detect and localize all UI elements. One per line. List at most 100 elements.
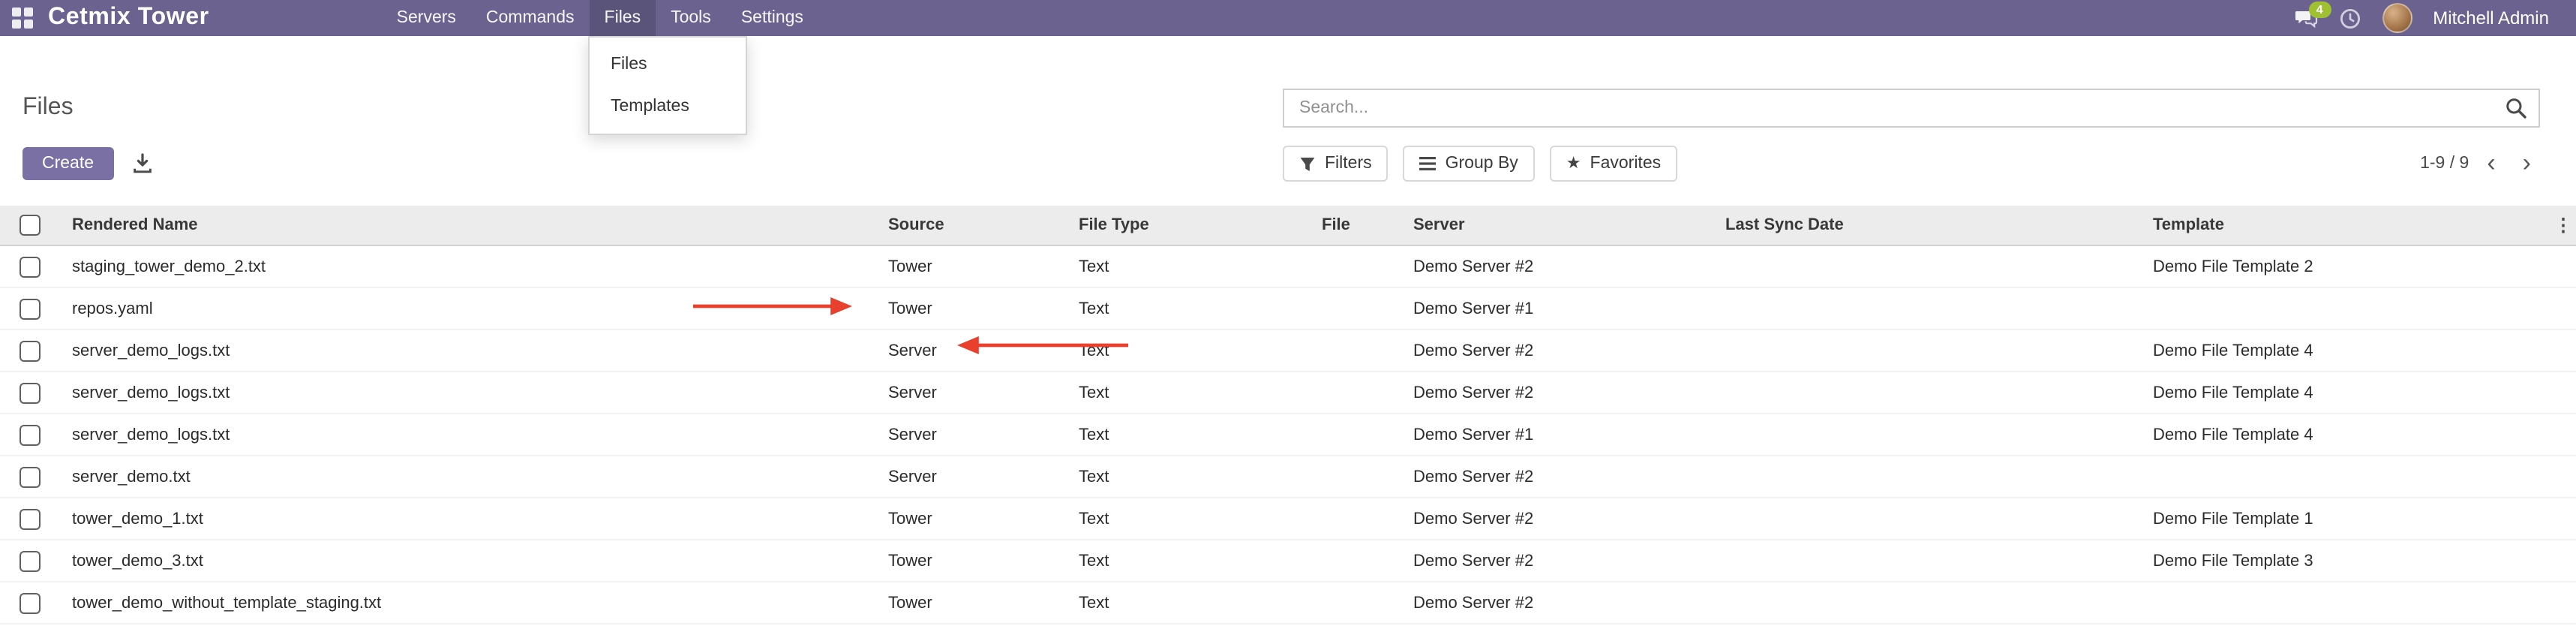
- dropdown-item-files[interactable]: Files: [590, 44, 746, 86]
- cell-rendered-name[interactable]: repos.yaml: [60, 287, 876, 330]
- cell-last-sync-date[interactable]: [1713, 582, 2141, 624]
- cell-template[interactable]: Demo File Template 3: [2141, 540, 2550, 582]
- cell-server[interactable]: Demo Server #2: [1401, 245, 1713, 287]
- cell-source[interactable]: Tower: [876, 582, 1067, 624]
- cell-server[interactable]: Demo Server #2: [1401, 498, 1713, 540]
- cell-template[interactable]: Demo File Template 4: [2141, 372, 2550, 414]
- cell-last-sync-date[interactable]: [1713, 245, 2141, 287]
- table-row[interactable]: server_demo_logs.txtServerText Demo Serve…: [0, 330, 2576, 372]
- cell-last-sync-date[interactable]: [1713, 456, 2141, 498]
- cell-rendered-name[interactable]: tower_demo_3.txt: [60, 540, 876, 582]
- row-checkbox[interactable]: [20, 550, 41, 571]
- cell-template[interactable]: [2141, 287, 2550, 330]
- search-input[interactable]: [1283, 89, 2540, 128]
- row-checkbox[interactable]: [20, 256, 41, 277]
- row-checkbox[interactable]: [20, 298, 41, 319]
- cell-server[interactable]: Demo Server #2: [1401, 540, 1713, 582]
- cell-file-type[interactable]: Text: [1067, 582, 1310, 624]
- col-file[interactable]: File: [1310, 206, 1401, 245]
- cell-file-type[interactable]: Text: [1067, 287, 1310, 330]
- cell-last-sync-date[interactable]: [1713, 330, 2141, 372]
- cell-last-sync-date[interactable]: [1713, 540, 2141, 582]
- pager-previous-button[interactable]: ‹: [2478, 150, 2504, 177]
- row-checkbox[interactable]: [20, 382, 41, 403]
- apps-menu-icon[interactable]: [12, 8, 33, 29]
- search-icon[interactable]: [2505, 98, 2526, 119]
- col-template[interactable]: Template: [2141, 206, 2550, 245]
- cell-file[interactable]: [1310, 414, 1401, 456]
- cell-rendered-name[interactable]: server_demo_logs.txt: [60, 414, 876, 456]
- table-row[interactable]: tower_demo_1.txtTowerText Demo Server #2 D…: [0, 498, 2576, 540]
- cell-file[interactable]: [1310, 245, 1401, 287]
- cell-file[interactable]: [1310, 456, 1401, 498]
- favorites-button[interactable]: ★ Favorites: [1550, 146, 1677, 182]
- menu-commands[interactable]: Commands: [471, 0, 590, 36]
- cell-source[interactable]: Tower: [876, 498, 1067, 540]
- pager-next-button[interactable]: ›: [2514, 150, 2540, 177]
- menu-tools[interactable]: Tools: [656, 0, 726, 36]
- cell-rendered-name[interactable]: staging_tower_demo_2.txt: [60, 245, 876, 287]
- user-avatar[interactable]: [2382, 3, 2412, 33]
- table-row[interactable]: tower_demo_3.txtTowerTextDemo Server #2D…: [0, 540, 2576, 582]
- cell-template[interactable]: [2141, 582, 2550, 624]
- select-all-checkbox[interactable]: [20, 215, 41, 236]
- cell-server[interactable]: Demo Server #1: [1401, 287, 1713, 330]
- col-file-type[interactable]: File Type: [1067, 206, 1310, 245]
- menu-settings[interactable]: Settings: [726, 0, 818, 36]
- row-checkbox[interactable]: [20, 508, 41, 529]
- cell-source[interactable]: Server: [876, 330, 1067, 372]
- column-options-icon[interactable]: ⋮: [2554, 215, 2572, 236]
- menu-servers[interactable]: Servers: [382, 0, 471, 36]
- cell-file-type[interactable]: Text: [1067, 414, 1310, 456]
- col-rendered-name[interactable]: Rendered Name: [60, 206, 876, 245]
- cell-server[interactable]: Demo Server #2: [1401, 372, 1713, 414]
- cell-server[interactable]: Demo Server #2: [1401, 330, 1713, 372]
- cell-source[interactable]: Tower: [876, 287, 1067, 330]
- cell-file-type[interactable]: Text: [1067, 372, 1310, 414]
- cell-file[interactable]: [1310, 540, 1401, 582]
- cell-template[interactable]: Demo File Template 4: [2141, 330, 2550, 372]
- col-last-sync-date[interactable]: Last Sync Date: [1713, 206, 2141, 245]
- cell-file-type[interactable]: Text: [1067, 330, 1310, 372]
- cell-server[interactable]: Demo Server #2: [1401, 456, 1713, 498]
- cell-rendered-name[interactable]: tower_demo_1.txt: [60, 498, 876, 540]
- cell-source[interactable]: Server: [876, 456, 1067, 498]
- cell-source[interactable]: Server: [876, 372, 1067, 414]
- cell-last-sync-date[interactable]: [1713, 372, 2141, 414]
- table-row[interactable]: tower_demo_without_template_staging.txtT…: [0, 582, 2576, 624]
- cell-file-type[interactable]: Text: [1067, 456, 1310, 498]
- table-row[interactable]: server_demo_logs.txtServerTextDemo Serve…: [0, 414, 2576, 456]
- cell-file[interactable]: [1310, 372, 1401, 414]
- create-button[interactable]: Create: [23, 147, 113, 180]
- row-checkbox[interactable]: [20, 466, 41, 487]
- cell-last-sync-date[interactable]: [1713, 287, 2141, 330]
- menu-files[interactable]: Files: [590, 0, 656, 36]
- messages-button[interactable]: 4: [2293, 8, 2317, 28]
- cell-template[interactable]: [2141, 456, 2550, 498]
- cell-last-sync-date[interactable]: [1713, 498, 2141, 540]
- cell-rendered-name[interactable]: server_demo.txt: [60, 456, 876, 498]
- cell-source[interactable]: Tower: [876, 245, 1067, 287]
- col-source[interactable]: Source: [876, 206, 1067, 245]
- activities-button[interactable]: [2338, 7, 2361, 29]
- cell-template[interactable]: Demo File Template 4: [2141, 414, 2550, 456]
- table-row[interactable]: repos.yamlTowerText Demo Server #1: [0, 287, 2576, 330]
- group-by-button[interactable]: Group By: [1404, 146, 1535, 182]
- cell-server[interactable]: Demo Server #1: [1401, 414, 1713, 456]
- table-row[interactable]: staging_tower_demo_2.txtTowerTextDemo Se…: [0, 245, 2576, 287]
- filters-button[interactable]: Filters: [1283, 146, 1389, 182]
- dropdown-item-templates[interactable]: Templates: [590, 86, 746, 128]
- cell-template[interactable]: Demo File Template 1: [2141, 498, 2550, 540]
- cell-rendered-name[interactable]: server_demo_logs.txt: [60, 372, 876, 414]
- download-button[interactable]: [131, 153, 152, 174]
- cell-file-type[interactable]: Text: [1067, 498, 1310, 540]
- app-brand[interactable]: Cetmix Tower: [48, 5, 209, 32]
- cell-file[interactable]: [1310, 287, 1401, 330]
- cell-file-type[interactable]: Text: [1067, 540, 1310, 582]
- cell-rendered-name[interactable]: server_demo_logs.txt: [60, 330, 876, 372]
- table-row[interactable]: server_demo.txtServerText Demo Server #2: [0, 456, 2576, 498]
- cell-file[interactable]: [1310, 330, 1401, 372]
- cell-file[interactable]: [1310, 498, 1401, 540]
- cell-last-sync-date[interactable]: [1713, 414, 2141, 456]
- col-server[interactable]: Server: [1401, 206, 1713, 245]
